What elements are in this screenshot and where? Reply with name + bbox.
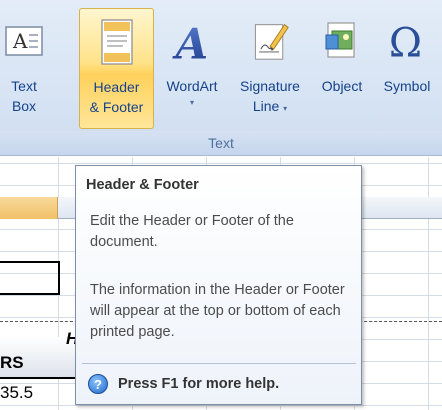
signature-line-icon [250,16,290,66]
symbol-button[interactable]: Ω Symbol [374,8,440,129]
svg-text:A: A [12,29,28,53]
cell-value: 35.5 [0,383,34,402]
tooltip-divider [82,363,356,364]
wordart-dropdown-arrow[interactable]: ▾ [190,96,194,110]
header-footer-button[interactable]: Header & Footer [79,8,154,129]
svg-text:Ω: Ω [389,20,422,66]
signature-line-label-line1: Signature [240,78,300,94]
wordart-icon: A [172,16,212,66]
tooltip-help-row: ? Press F1 for more help. [88,374,279,394]
symbol-icon: Ω [387,16,427,66]
header-footer-label-line1: Header [93,79,140,95]
tooltip-title: Header & Footer [86,177,199,193]
help-icon: ? [88,374,108,394]
selected-cell-border[interactable] [0,261,60,295]
tooltip-help-text: Press F1 for more help. [118,376,280,392]
svg-text:A: A [172,19,208,66]
text-box-icon: A [4,16,44,66]
text-box-label-line2: Box [11,98,37,114]
object-button[interactable]: Object [312,8,372,129]
cell-text-rs: RS [0,353,24,372]
ribbon-insert-tab: A Text Box Header & Footer A WordArt ▾ S… [0,0,442,156]
header-footer-icon [97,17,137,67]
tooltip-details: The information in the Header or Footer … [90,282,345,340]
signature-line-dropdown-arrow[interactable]: ▾ [283,104,287,113]
wordart-label: WordArt [166,78,218,94]
ribbon-group-label: Text [0,131,442,155]
text-box-label-line1: Text [11,78,37,94]
signature-line-button[interactable]: Signature Line ▾ [229,8,311,129]
header-footer-tooltip: Header & Footer Edit the Header or Foote… [75,165,362,405]
signature-line-label-text: Line [252,98,280,114]
header-footer-label-line2: & Footer [89,99,144,115]
symbol-label: Symbol [383,78,431,94]
wordart-button[interactable]: A WordArt ▾ [156,8,228,129]
signature-line-label-line2: Line ▾ [253,96,287,116]
tooltip-description: Edit the Header or Footer of the documen… [90,213,294,250]
text-box-button[interactable]: A Text Box [0,8,50,129]
object-label: Object [321,78,363,94]
object-icon [322,16,362,66]
selected-column-header[interactable] [0,197,58,219]
